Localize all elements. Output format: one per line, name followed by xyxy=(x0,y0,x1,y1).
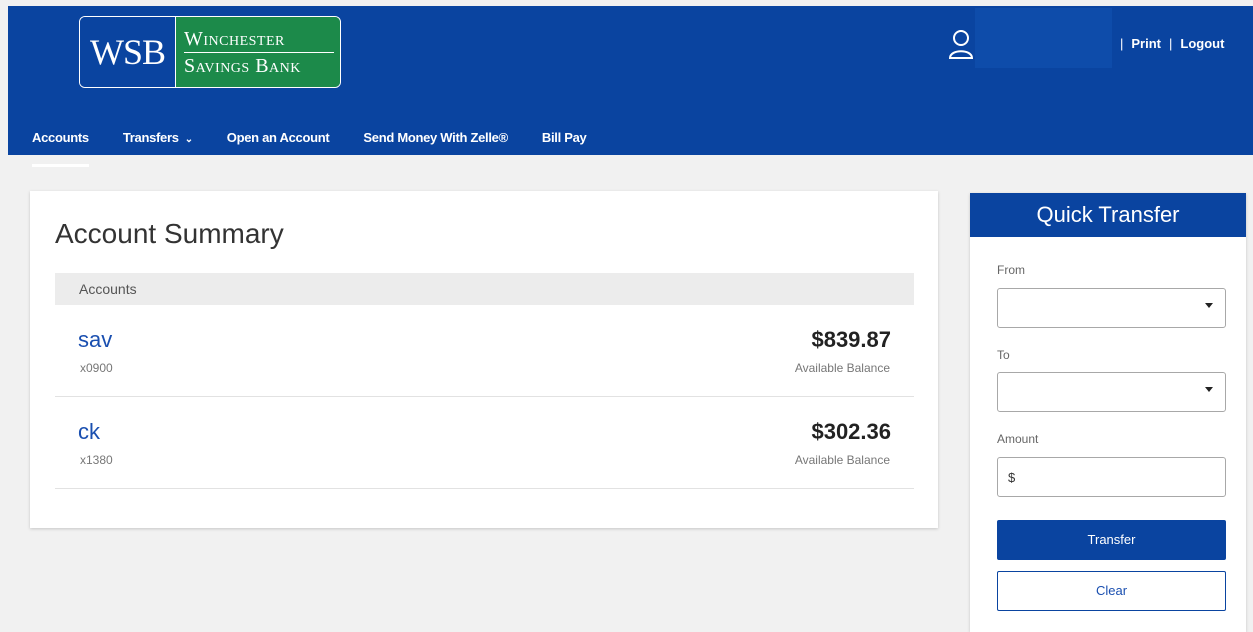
logo-line-2: Savings Bank xyxy=(184,54,301,77)
clear-button[interactable]: Clear xyxy=(997,571,1226,611)
from-label: From xyxy=(997,263,1025,277)
amount-label: Amount xyxy=(997,432,1039,446)
print-link[interactable]: Print xyxy=(1131,36,1161,51)
quick-transfer-panel: Quick Transfer From To Amount Transfer C… xyxy=(970,193,1246,632)
account-name-link[interactable]: ck xyxy=(78,419,100,445)
balance-label: Available Balance xyxy=(794,453,890,467)
nav-open-account[interactable]: Open an Account xyxy=(227,130,330,151)
to-select[interactable] xyxy=(997,372,1226,412)
account-number: x1380 xyxy=(80,453,113,467)
account-number: x0900 xyxy=(80,361,113,375)
account-row[interactable]: ck x1380 $302.36 Available Balance xyxy=(55,397,914,489)
caret-down-icon xyxy=(1205,303,1213,308)
balance-label: Available Balance xyxy=(794,361,890,375)
accounts-table-header: Accounts xyxy=(55,273,914,305)
nav-send-money-zelle[interactable]: Send Money With Zelle® xyxy=(363,130,508,151)
account-balance: $302.36 xyxy=(811,419,891,444)
nav-bill-pay[interactable]: Bill Pay xyxy=(542,130,587,151)
bank-logo[interactable]: WSB Winchester Savings Bank xyxy=(79,16,341,88)
amount-input[interactable] xyxy=(997,457,1226,497)
top-header: WSB Winchester Savings Bank | Print | Lo… xyxy=(8,6,1253,167)
chevron-down-icon: ⌄ xyxy=(184,134,193,145)
link-separator: | xyxy=(1169,36,1173,51)
nav-transfers-label: Transfers xyxy=(122,130,179,145)
logo-abbr: WSB xyxy=(80,17,176,87)
nav-transfers[interactable]: Transfers ⌄ xyxy=(123,130,193,151)
quick-transfer-title: Quick Transfer xyxy=(970,193,1246,237)
page-title: Account Summary xyxy=(55,218,284,249)
logo-line-1: Winchester xyxy=(184,26,334,53)
main-nav: Accounts Transfers ⌄ Open an Account Send… xyxy=(32,130,620,167)
account-name-link[interactable]: sav xyxy=(78,327,112,353)
caret-down-icon xyxy=(1205,387,1213,392)
account-row[interactable]: sav x0900 $839.87 Available Balance xyxy=(55,305,914,397)
from-select[interactable] xyxy=(997,288,1226,328)
transfer-button[interactable]: Transfer xyxy=(997,520,1226,560)
user-icon[interactable] xyxy=(948,28,974,60)
account-summary-card: Account Summary Accounts sav x0900 $839.… xyxy=(30,191,938,528)
link-separator: | xyxy=(1120,36,1124,51)
account-balance: $839.87 xyxy=(811,327,891,352)
to-label: To xyxy=(997,348,1010,362)
user-name-box xyxy=(975,8,1112,68)
logout-link[interactable]: Logout xyxy=(1180,36,1224,51)
nav-accounts[interactable]: Accounts xyxy=(32,130,89,167)
